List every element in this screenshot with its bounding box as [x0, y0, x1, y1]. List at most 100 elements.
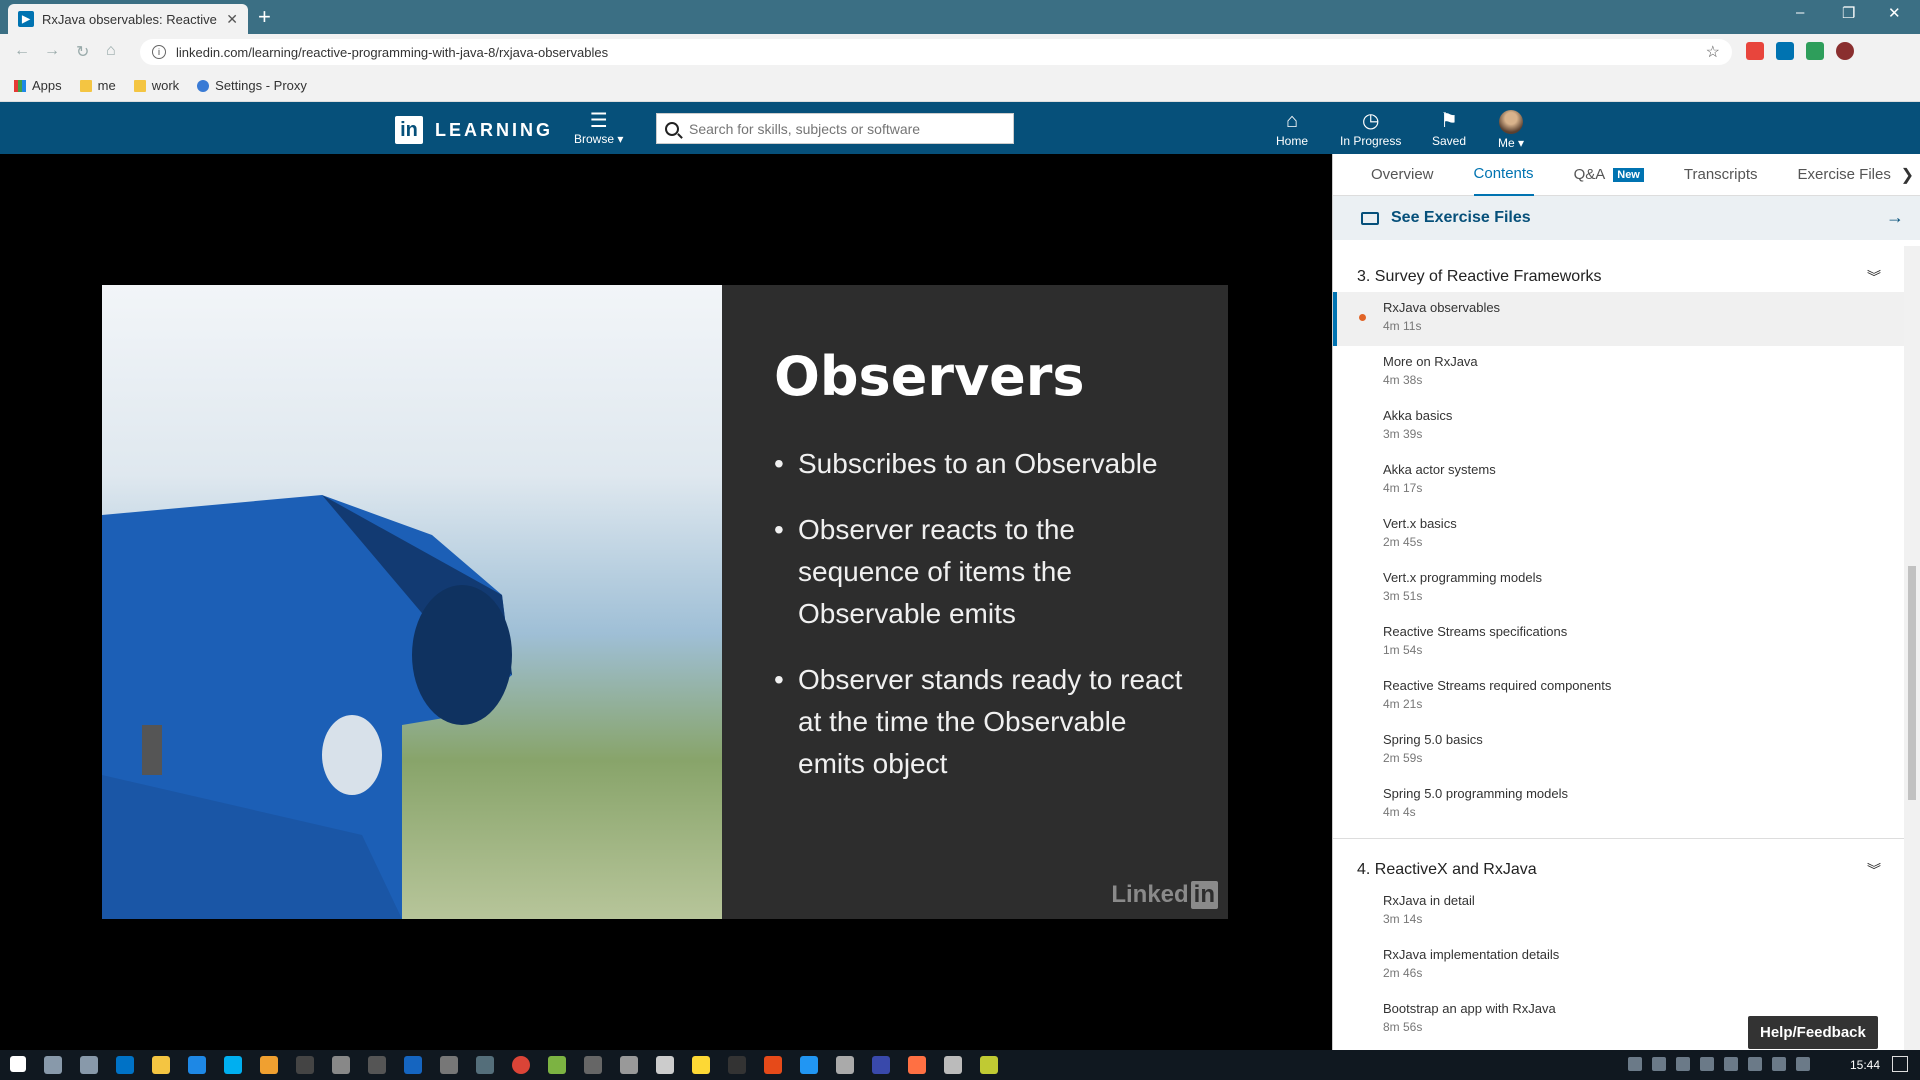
intellij-icon[interactable]	[728, 1056, 746, 1074]
app-icon[interactable]	[908, 1056, 926, 1074]
app-icon[interactable]	[836, 1056, 854, 1074]
list-item[interactable]: Spring 5.0 programming models 4m 4s	[1333, 778, 1905, 832]
chevron-right-icon[interactable]: ❯	[1901, 165, 1914, 185]
outlook-tray-icon[interactable]	[1700, 1057, 1714, 1071]
chrome-icon[interactable]	[512, 1056, 530, 1074]
linkedin-extension-icon[interactable]	[1776, 42, 1794, 60]
new-tab-icon[interactable]: +	[258, 6, 271, 28]
browser-tab[interactable]: ▶ RxJava observables: Reactive ✕	[8, 4, 248, 34]
bookmark-work[interactable]: work	[133, 78, 179, 93]
outlook-icon[interactable]	[116, 1056, 134, 1074]
app-icon[interactable]	[332, 1056, 350, 1074]
chevron-up-icon[interactable]	[1652, 1057, 1666, 1071]
tab-overview[interactable]: Overview	[1371, 154, 1434, 196]
chevron-down-icon[interactable]: ︾	[1867, 267, 1881, 287]
nav-saved[interactable]: ⚑ Saved	[1432, 108, 1466, 148]
scrollbar[interactable]	[1904, 246, 1920, 1050]
app-icon[interactable]	[620, 1056, 638, 1074]
hamburger-icon: ☰	[589, 110, 608, 132]
app-icon[interactable]	[656, 1056, 674, 1074]
tab-qa[interactable]: Q&A New	[1574, 154, 1644, 196]
nav-home[interactable]: ⌂ Home	[1276, 108, 1308, 148]
extension-icon[interactable]	[1746, 42, 1764, 60]
app-icon[interactable]	[584, 1056, 602, 1074]
app-icon[interactable]	[872, 1056, 890, 1074]
tab-transcripts[interactable]: Transcripts	[1684, 154, 1758, 196]
sticky-notes-icon[interactable]	[692, 1056, 710, 1074]
site-info-icon[interactable]: i	[152, 45, 166, 59]
bookmark-star-icon[interactable]: ☆	[1706, 42, 1720, 62]
skype-icon[interactable]	[224, 1056, 242, 1074]
app-icon[interactable]	[368, 1056, 386, 1074]
tab-contents[interactable]: Contents	[1473, 154, 1534, 196]
app-icon[interactable]	[944, 1056, 962, 1074]
close-tab-icon[interactable]: ✕	[226, 11, 238, 28]
browser-tab-strip: ▶ RxJava observables: Reactive ✕ + – ❐ ✕	[0, 0, 1920, 34]
volume-icon[interactable]	[1796, 1057, 1810, 1071]
bookmark-me[interactable]: me	[79, 78, 116, 93]
tab-exercise-files[interactable]: Exercise Files	[1798, 154, 1891, 196]
vscode-icon[interactable]	[800, 1056, 818, 1074]
home-browser-icon[interactable]: ⌂	[106, 42, 116, 60]
battery-icon[interactable]	[1748, 1057, 1762, 1071]
url-field[interactable]: i linkedin.com/learning/reactive-program…	[140, 39, 1732, 65]
bookmark-apps[interactable]: Apps	[14, 78, 62, 93]
windows-start-icon[interactable]	[10, 1056, 26, 1072]
terminal-icon[interactable]	[296, 1056, 314, 1074]
linkedin-learning-logo[interactable]: in LEARNING	[395, 116, 553, 144]
slide-photo	[102, 285, 722, 919]
list-item[interactable]: Reactive Streams required components 4m 2…	[1333, 670, 1905, 724]
bookmark-settings-proxy[interactable]: Settings - Proxy	[197, 78, 307, 93]
skype-tray-icon[interactable]	[1724, 1057, 1738, 1071]
list-item[interactable]: Akka basics 3m 39s	[1333, 400, 1905, 454]
list-item[interactable]: Spring 5.0 basics 2m 59s	[1333, 724, 1905, 778]
help-feedback-button[interactable]: Help/Feedback	[1748, 1016, 1878, 1049]
close-window-icon[interactable]: ✕	[1888, 4, 1901, 22]
app-icon[interactable]	[548, 1056, 566, 1074]
browse-menu[interactable]: ☰ Browse ▾	[574, 110, 623, 146]
back-icon[interactable]: ←	[14, 42, 30, 60]
app-icon[interactable]	[260, 1056, 278, 1074]
search-icon[interactable]	[44, 1056, 62, 1074]
task-view-icon[interactable]	[80, 1056, 98, 1074]
search-input[interactable]	[689, 120, 1009, 137]
notifications-icon[interactable]	[1892, 1056, 1908, 1072]
network-icon[interactable]	[1772, 1057, 1786, 1071]
scrollbar-thumb[interactable]	[1908, 566, 1916, 800]
people-icon[interactable]	[1628, 1057, 1642, 1071]
nav-me[interactable]: Me ▾	[1498, 110, 1524, 150]
restore-icon[interactable]: ❐	[1842, 4, 1855, 22]
search-icon[interactable]	[665, 121, 679, 136]
reload-icon[interactable]: ↻	[76, 42, 89, 62]
file-explorer-icon[interactable]	[152, 1056, 170, 1074]
list-item[interactable]: RxJava observables 4m 11s	[1333, 292, 1905, 346]
list-item[interactable]: Vert.x programming models 3m 51s	[1333, 562, 1905, 616]
see-exercise-files-link[interactable]: See Exercise Files →	[1333, 196, 1920, 240]
nav-in-progress[interactable]: ◷ In Progress	[1340, 108, 1401, 148]
address-bar: ← → ↻ ⌂ i linkedin.com/learning/reactive…	[0, 34, 1920, 70]
app-icon[interactable]	[440, 1056, 458, 1074]
chevron-down-icon[interactable]: ︾	[1867, 860, 1881, 880]
list-item[interactable]: Akka actor systems 4m 17s	[1333, 454, 1905, 508]
app-icon[interactable]	[764, 1056, 782, 1074]
app-icon[interactable]	[404, 1056, 422, 1074]
list-item[interactable]: Reactive Streams specifications 1m 54s	[1333, 616, 1905, 670]
list-item[interactable]: RxJava in detail 3m 14s	[1333, 885, 1905, 939]
clock[interactable]: 15:44	[1850, 1058, 1880, 1072]
profile-extension-icon[interactable]	[1836, 42, 1854, 60]
forward-icon[interactable]: →	[44, 42, 60, 60]
tray-app-icon[interactable]	[1676, 1057, 1690, 1071]
extension-icon[interactable]	[1806, 42, 1824, 60]
video-player[interactable]: Observers Subscribes to an Observable Ob…	[0, 154, 1332, 1050]
internet-explorer-icon[interactable]	[188, 1056, 206, 1074]
section-header[interactable]: 4. ReactiveX and RxJava ︾	[1333, 855, 1905, 885]
app-icon[interactable]	[476, 1056, 494, 1074]
list-item[interactable]: RxJava implementation details 2m 46s	[1333, 939, 1905, 993]
notepad-icon[interactable]	[980, 1056, 998, 1074]
list-item[interactable]: Vert.x basics 2m 45s	[1333, 508, 1905, 562]
apps-grid-icon	[14, 79, 26, 92]
section-header[interactable]: 3. Survey of Reactive Frameworks ︾	[1333, 262, 1905, 292]
list-item[interactable]: More on RxJava 4m 38s	[1333, 346, 1905, 400]
minimize-icon[interactable]: –	[1796, 4, 1804, 21]
taskbar: 15:44	[0, 1050, 1920, 1080]
